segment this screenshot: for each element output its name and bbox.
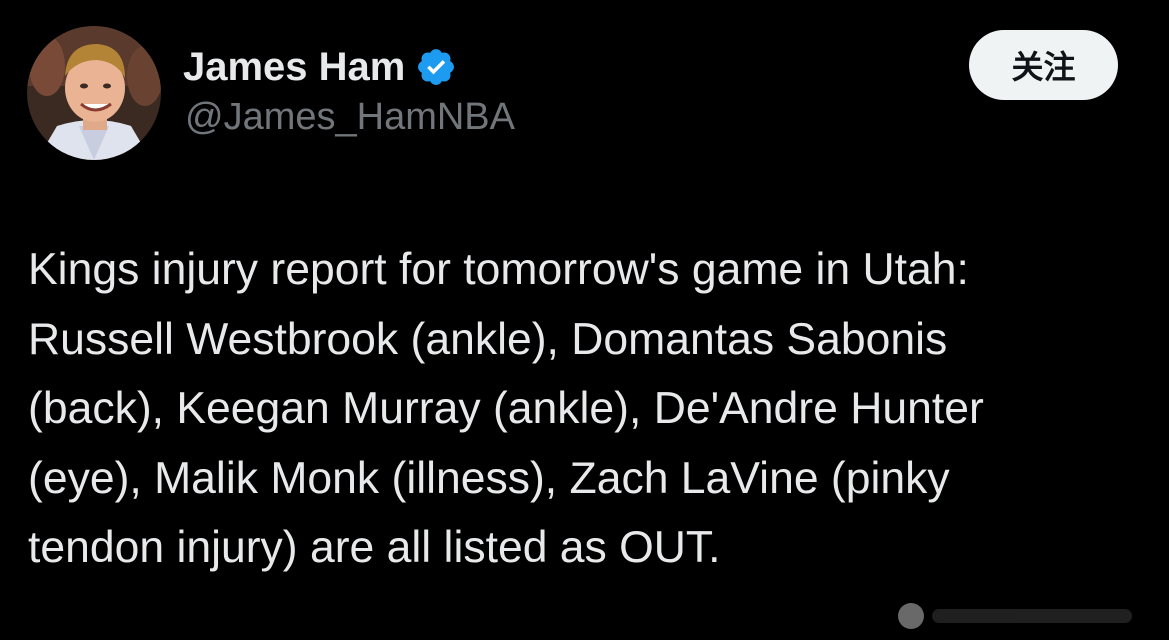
follow-button[interactable]: 关注 bbox=[969, 30, 1118, 100]
verified-badge-icon bbox=[415, 46, 457, 88]
tweet-text-line: tendon injury) are all listed as OUT. bbox=[28, 523, 721, 572]
avatar-image bbox=[27, 26, 161, 160]
tweet-text-line: Kings injury report for tomorrow's game … bbox=[28, 245, 969, 294]
avatar[interactable] bbox=[27, 26, 161, 160]
tweet-text-line: (back), Keegan Murray (ankle), De'Andre … bbox=[28, 384, 984, 433]
watermark bbox=[898, 596, 1168, 636]
author-name-row: James Ham bbox=[183, 42, 457, 92]
tweet-card: James Ham @James_HamNBA 关注 Kings injury … bbox=[0, 0, 1169, 640]
watermark-icon bbox=[898, 603, 924, 629]
author-display-name[interactable]: James Ham bbox=[183, 45, 405, 90]
tweet-text: Kings injury report for tomorrow's game … bbox=[28, 235, 1148, 583]
tweet-text-line: (eye), Malik Monk (illness), Zach LaVine… bbox=[28, 453, 950, 503]
author-handle[interactable]: @James_HamNBA bbox=[185, 96, 515, 139]
tweet-text-line: Russell Westbrook (ankle), Domantas Sabo… bbox=[28, 314, 948, 364]
watermark-text-blur bbox=[932, 609, 1132, 623]
